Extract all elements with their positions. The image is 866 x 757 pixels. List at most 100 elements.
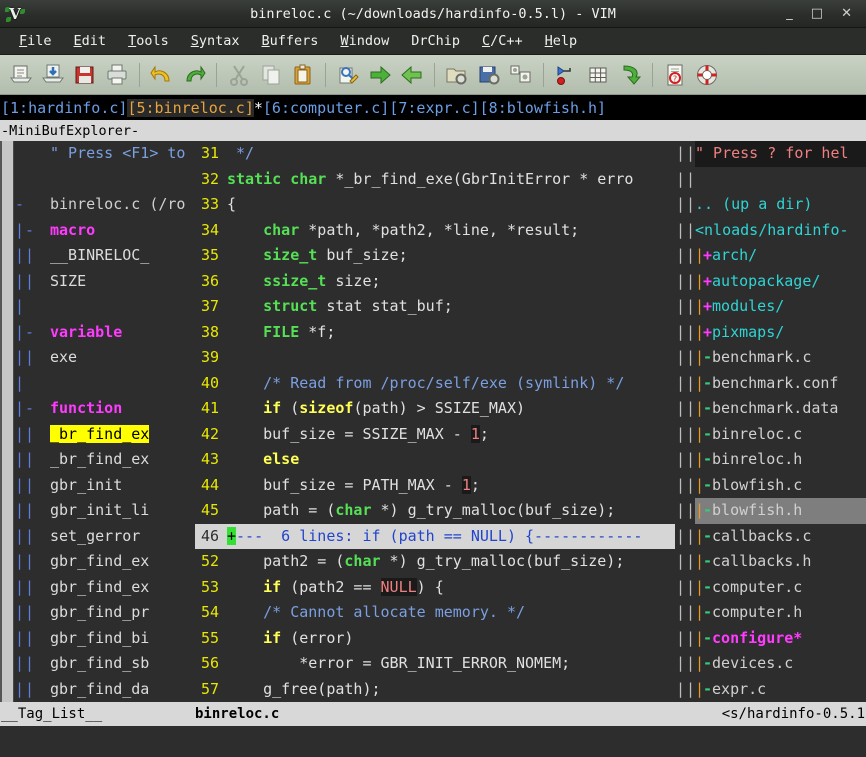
- taglist-scrollbar[interactable]: [0, 141, 14, 702]
- run-icon[interactable]: [615, 59, 645, 91]
- taglist-row[interactable]: " Press <F1> to: [14, 141, 195, 167]
- open-file-icon[interactable]: [38, 59, 68, 91]
- taglist-row[interactable]: || gbr_find_ex: [14, 549, 195, 575]
- file-explorer-item[interactable]: | - callbacks.h: [695, 549, 866, 575]
- code-line[interactable]: 44 buf_size = PATH_MAX - 1;: [195, 473, 675, 499]
- file-explorer-item[interactable]: | - benchmark.data: [695, 396, 866, 422]
- code-line[interactable]: 37 struct stat stat_buf;: [195, 294, 675, 320]
- run-script-icon[interactable]: [506, 59, 536, 91]
- print-icon[interactable]: [102, 59, 132, 91]
- taglist-row[interactable]: || gbr_find_ex: [14, 575, 195, 601]
- menu-file[interactable]: File: [8, 31, 63, 51]
- code-line[interactable]: 34 char *path, *path2, *line, *result;: [195, 218, 675, 244]
- menu-c-c-[interactable]: C/C++: [471, 31, 534, 51]
- code-line[interactable]: 38 FILE *f;: [195, 320, 675, 346]
- code-line[interactable]: 40 /* Read from /proc/self/exe (symlink)…: [195, 371, 675, 397]
- menu-edit[interactable]: Edit: [63, 31, 118, 51]
- code-pane[interactable]: 31 */ 32 static char *_br_find_exe(GbrInit…: [195, 141, 686, 702]
- taglist-row[interactable]: || gbr_find_da: [14, 677, 195, 703]
- code-line[interactable]: 52 path2 = (char *) g_try_malloc(buf_siz…: [195, 549, 675, 575]
- code-line[interactable]: 56 *error = GBR_INIT_ERROR_NOMEM;: [195, 651, 675, 677]
- menu-tools[interactable]: Tools: [117, 31, 180, 51]
- buffer-tab-7-expr-c[interactable]: [7:expr.c]: [389, 99, 479, 117]
- save-session-icon[interactable]: [474, 59, 504, 91]
- close-button[interactable]: ✕: [841, 7, 852, 20]
- redo-icon[interactable]: [179, 59, 209, 91]
- file-explorer-item[interactable]: | + pixmaps/: [695, 320, 866, 346]
- code-line[interactable]: 33 {: [195, 192, 675, 218]
- menu-syntax[interactable]: Syntax: [180, 31, 251, 51]
- file-explorer-item[interactable]: | - blowfish.c: [695, 473, 866, 499]
- taglist-row[interactable]: |: [14, 294, 195, 320]
- previous-icon[interactable]: [397, 59, 427, 91]
- file-explorer-item[interactable]: | - computer.c: [695, 575, 866, 601]
- file-explorer-item[interactable]: | - binreloc.c: [695, 422, 866, 448]
- taglist-row[interactable]: || _br_find_ex: [14, 447, 195, 473]
- menu-drchip[interactable]: DrChip: [400, 31, 471, 51]
- cut-icon[interactable]: [224, 59, 254, 91]
- code-line[interactable]: 31 */: [195, 141, 675, 167]
- file-explorer-item[interactable]: | - blowfish.h: [695, 498, 866, 524]
- help-icon[interactable]: ?: [660, 59, 690, 91]
- file-explorer-up-dir[interactable]: .. (up a dir): [695, 192, 866, 218]
- code-line[interactable]: 53 if (path2 == NULL) {: [195, 575, 675, 601]
- fold-marker[interactable]: +: [227, 526, 237, 545]
- file-explorer-item[interactable]: | - expr.c: [695, 677, 866, 703]
- code-line[interactable]: 35 size_t buf_size;: [195, 243, 675, 269]
- code-line[interactable]: 41 if (sizeof(path) > SSIZE_MAX): [195, 396, 675, 422]
- code-line[interactable]: 32 static char *_br_find_exe(GbrInitError…: [195, 167, 675, 193]
- taglist-row[interactable]: || gbr_init_li: [14, 498, 195, 524]
- file-explorer-item[interactable]: | - devices.c: [695, 651, 866, 677]
- command-line[interactable]: [0, 726, 866, 757]
- code-line[interactable]: 43 else: [195, 447, 675, 473]
- taglist-row[interactable]: |- variable: [14, 320, 195, 346]
- make-icon[interactable]: [551, 59, 581, 91]
- menu-window[interactable]: Window: [329, 31, 400, 51]
- menu-buffers[interactable]: Buffers: [251, 31, 330, 51]
- taglist-row[interactable]: || SIZE: [14, 269, 195, 295]
- code-line[interactable]: 42 buf_size = SSIZE_MAX - 1;: [195, 422, 675, 448]
- taglist-row[interactable]: || __BINRELOC_: [14, 243, 195, 269]
- code-line[interactable]: 39: [195, 345, 675, 371]
- next-icon[interactable]: [365, 59, 395, 91]
- buffer-tab-1-hardinfo-c[interactable]: [1:hardinfo.c]: [1, 99, 127, 117]
- code-line[interactable]: 45 path = (char *) g_try_malloc(buf_size…: [195, 498, 675, 524]
- file-explorer-item[interactable]: | - configure*: [695, 626, 866, 652]
- code-line[interactable]: 36 ssize_t size;: [195, 269, 675, 295]
- taglist-row[interactable]: - binreloc.c (/ro: [14, 192, 195, 218]
- file-explorer-item[interactable]: | + arch/: [695, 243, 866, 269]
- load-session-icon[interactable]: [442, 59, 472, 91]
- code-line[interactable]: 54 /* Cannot allocate memory. */: [195, 600, 675, 626]
- taglist-row[interactable]: || set_gerror: [14, 524, 195, 550]
- file-explorer-item[interactable]: | - benchmark.conf: [695, 371, 866, 397]
- buffer-tab-6-computer-c[interactable]: [6:computer.c]: [263, 99, 389, 117]
- taglist-row[interactable]: |- macro: [14, 218, 195, 244]
- file-explorer-item[interactable]: | - computer.h: [695, 600, 866, 626]
- file-explorer-item[interactable]: | - callbacks.c: [695, 524, 866, 550]
- taglist-row[interactable]: || gbr_init: [14, 473, 195, 499]
- copy-icon[interactable]: [256, 59, 286, 91]
- taglist-row[interactable]: |- function: [14, 396, 195, 422]
- undo-icon[interactable]: [147, 59, 177, 91]
- file-explorer-item[interactable]: | - binreloc.h: [695, 447, 866, 473]
- file-explorer-pane[interactable]: |||||||||||||||||||||||||| " Press ? for…: [686, 141, 866, 702]
- build-tags-icon[interactable]: [583, 59, 613, 91]
- file-explorer-item[interactable]: | + autopackage/: [695, 269, 866, 295]
- code-line[interactable]: 57 g_free(path);: [195, 677, 675, 703]
- minimize-button[interactable]: _: [786, 7, 793, 20]
- file-explorer-item[interactable]: | - benchmark.c: [695, 345, 866, 371]
- find-icon[interactable]: [333, 59, 363, 91]
- taglist-row[interactable]: || _br_find_ex: [14, 422, 195, 448]
- taglist-row[interactable]: |: [14, 371, 195, 397]
- taglist-row[interactable]: || exe: [14, 345, 195, 371]
- buffer-tab-5-binreloc-c[interactable]: [5:binreloc.c]: [127, 98, 254, 117]
- new-file-icon[interactable]: [6, 59, 36, 91]
- taglist-row[interactable]: || gbr_find_bi: [14, 626, 195, 652]
- code-line[interactable]: 46 +--- 6 lines: if (path == NULL) {-----…: [195, 523, 675, 549]
- maximize-button[interactable]: □: [811, 7, 823, 20]
- menu-help[interactable]: Help: [534, 31, 589, 51]
- code-line[interactable]: 55 if (error): [195, 626, 675, 652]
- taglist-row[interactable]: [14, 167, 195, 193]
- buffer-tab-8-blowfish-h[interactable]: [8:blowfish.h]: [480, 99, 606, 117]
- paste-icon[interactable]: [288, 59, 318, 91]
